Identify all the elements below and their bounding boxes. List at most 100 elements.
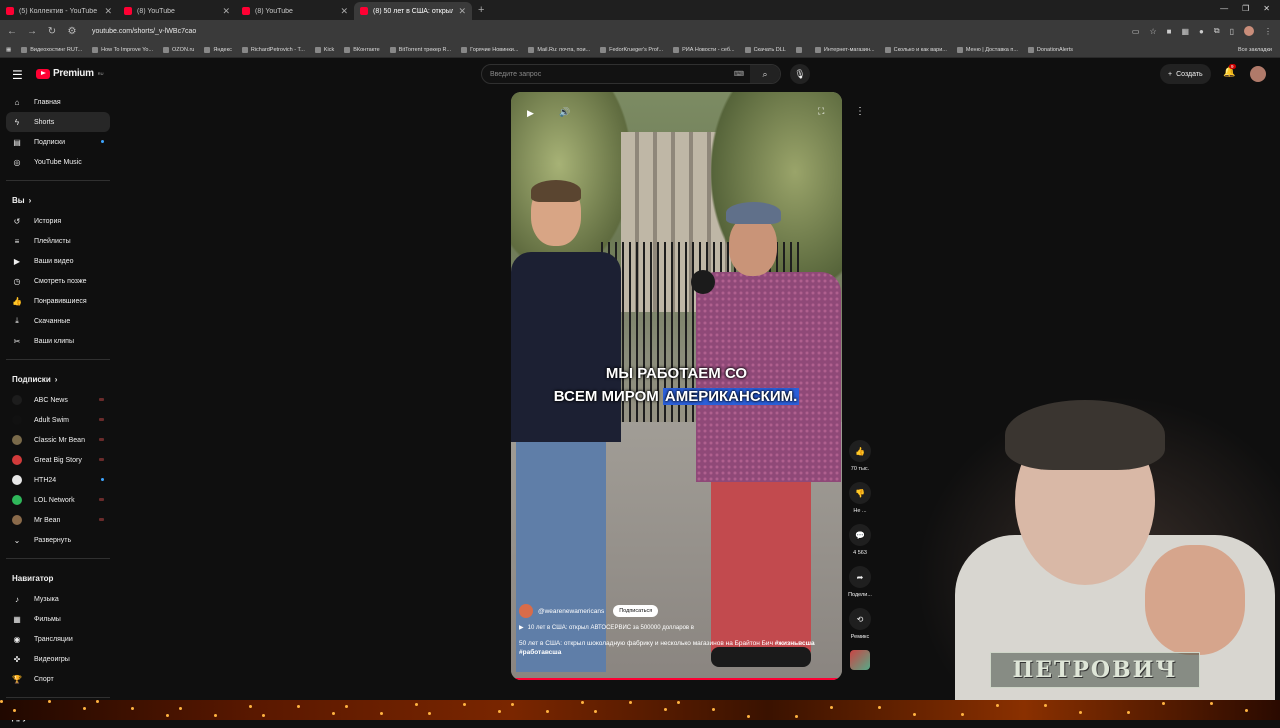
bookmark-label: Меню | Доставка п... — [965, 46, 1018, 53]
sidebar-item[interactable]: 🏆 Спорт — [6, 669, 110, 689]
subscription-item[interactable]: LOL Network — [6, 490, 110, 510]
microphone-icon[interactable]: 🎙 — [790, 64, 810, 84]
close-tab-icon[interactable]: ✕ — [104, 6, 112, 17]
sidebar-item[interactable]: ▦ Фильмы — [6, 609, 110, 629]
sidebar-item[interactable]: 👍 Понравившиеся — [6, 291, 110, 311]
search-icon[interactable]: ⌕ — [750, 65, 780, 83]
all-bookmarks[interactable]: Все закладки — [1238, 47, 1272, 53]
subscription-item[interactable]: Mr Bean — [6, 510, 110, 530]
related-video-link[interactable]: ▶ 10 лет в США: открыл АВТОСЕРВИС за 500… — [519, 624, 834, 632]
url-field[interactable]: youtube.com/shorts/_v-lWBc7cao — [92, 28, 196, 35]
sidebar-item[interactable]: ⤓ Скачанные — [6, 311, 110, 331]
menu-kebab-icon[interactable]: ⋮ — [1264, 27, 1272, 36]
sidebar-item[interactable]: ✜ Видеоигры — [6, 649, 110, 669]
close-tab-icon[interactable]: ✕ — [340, 6, 348, 17]
search-box[interactable]: Введите запрос ⌨ ⌕ — [481, 64, 781, 84]
bookmark-item[interactable]: Интернет-магазин... — [814, 46, 875, 53]
back-icon[interactable]: ← — [6, 26, 18, 37]
sidebar-item[interactable]: ▤ Подписки — [6, 132, 110, 152]
bookmark-item[interactable]: FedorKrueger's Prof... — [600, 46, 663, 53]
browser-tab[interactable]: (8) YouTube ✕ — [236, 2, 354, 20]
bookmark-item[interactable]: OZON.ru — [163, 46, 194, 53]
subscriptions-section-header[interactable]: Подписки › — [0, 368, 116, 390]
site-info-icon[interactable]: ⚙ — [66, 26, 78, 37]
sidebar-item[interactable]: ▶ Ваши видео — [6, 251, 110, 271]
bookmark-item[interactable]: Mail.Ru: почта, пои... — [528, 46, 590, 53]
bookmark-favicon-icon — [795, 46, 802, 53]
bookmark-item[interactable]: Видеохостинг RUT... — [21, 46, 82, 53]
youtube-logo[interactable]: Premium RU — [36, 68, 103, 79]
extension-icon[interactable]: ▦ — [1181, 27, 1189, 36]
sidebar-item[interactable]: ↺ История — [6, 211, 110, 231]
sidebar-item[interactable]: ⌂ Главная — [6, 92, 110, 112]
close-tab-icon[interactable]: ✕ — [458, 6, 466, 17]
bookmark-item[interactable]: РИА Новости - себ... — [673, 46, 735, 53]
channel-avatar[interactable] — [519, 604, 533, 618]
extensions-puzzle-icon[interactable]: ⧉ — [1214, 26, 1220, 36]
sidepanel-icon[interactable]: ▯ — [1230, 27, 1234, 36]
remix-icon[interactable]: ⟲ — [849, 608, 871, 630]
bookmark-item[interactable]: ВКонтакте — [344, 46, 380, 53]
sidebar-item[interactable]: ✂ Ваши клипы — [6, 331, 110, 351]
apps-icon[interactable]: ▦ — [6, 47, 11, 53]
bookmark-star-icon[interactable]: ☆ — [1149, 27, 1156, 36]
extension-icon[interactable]: ● — [1199, 27, 1204, 36]
profile-avatar[interactable] — [1244, 26, 1254, 36]
new-tab-button[interactable]: + — [478, 4, 484, 16]
bookmark-item[interactable]: How To Improve Yo... — [92, 46, 153, 53]
notifications-icon[interactable]: 🔔 9 — [1223, 64, 1236, 78]
expand-subscriptions-button[interactable]: ⌄ Развернуть — [6, 530, 110, 550]
forward-icon[interactable]: → — [26, 26, 38, 37]
bookmark-item[interactable] — [795, 46, 805, 53]
browser-tab[interactable]: (8) 50 лет в США: открыл ✕ — [354, 2, 472, 20]
keyboard-icon[interactable]: ⌨ — [734, 70, 744, 78]
channel-name[interactable]: @wearenewamericans — [538, 608, 604, 615]
more-options-icon[interactable]: ⋮ — [855, 106, 865, 117]
browser-tab[interactable]: (5) Коллектив - YouTube ✕ — [0, 2, 118, 20]
close-window-icon[interactable]: ✕ — [1263, 4, 1270, 13]
play-icon[interactable]: ▶ — [527, 108, 534, 119]
subscription-item[interactable]: Adult Swim — [6, 410, 110, 430]
subscription-item[interactable]: ABC News — [6, 390, 110, 410]
share-icon[interactable]: ➦ — [849, 566, 871, 588]
browser-tab[interactable]: (8) YouTube ✕ — [118, 2, 236, 20]
minimize-icon[interactable]: — — [1220, 4, 1228, 13]
bookmark-item[interactable]: Скачать DLL — [744, 46, 786, 53]
dislike-icon[interactable]: 👎 — [849, 482, 871, 504]
comments-icon[interactable]: 💬 — [849, 524, 871, 546]
sound-thumbnail[interactable] — [850, 650, 870, 670]
sidebar-item[interactable]: ◷ Смотреть позже — [6, 271, 110, 291]
volume-icon[interactable]: 🔊 — [559, 107, 570, 118]
fullscreen-icon[interactable]: ⛶ — [818, 106, 824, 117]
subscription-item[interactable]: HTH24 — [6, 470, 110, 490]
subscription-item[interactable]: Great Big Story — [6, 450, 110, 470]
search-input[interactable]: Введите запрос — [490, 71, 541, 78]
subscription-item[interactable]: Classic Mr Bean — [6, 430, 110, 450]
bookmark-item[interactable]: RichardPetrovich - T... — [241, 46, 305, 53]
user-avatar[interactable] — [1250, 66, 1266, 82]
bookmark-item[interactable]: Меню | Доставка п... — [956, 46, 1018, 53]
create-button[interactable]: + Создать — [1160, 64, 1211, 84]
hamburger-menu-icon[interactable]: ☰ — [12, 68, 23, 82]
sidebar-item[interactable]: ◎ YouTube Music — [6, 152, 110, 172]
bookmark-item[interactable]: BitTorrent трекер R... — [389, 46, 451, 53]
reload-icon[interactable]: ↻ — [46, 26, 58, 37]
bookmark-item[interactable]: Kick — [314, 46, 334, 53]
bookmark-item[interactable]: DonationAlerts — [1027, 46, 1073, 53]
short-video-player[interactable]: МЫ РАБОТАЕМ СО ВСЕМ МИРОМ АМЕРИКАНСКИМ. … — [511, 92, 842, 680]
sidebar-item[interactable]: ◉ Трансляции — [6, 629, 110, 649]
sidebar-item[interactable]: ♪ Музыка — [6, 589, 110, 609]
progress-bar[interactable] — [511, 678, 842, 680]
you-section-header[interactable]: Вы › — [0, 189, 116, 211]
extension-icon[interactable]: ■ — [1167, 27, 1172, 36]
sidebar-item[interactable]: ≡ Плейлисты — [6, 231, 110, 251]
install-icon[interactable]: ▭ — [1132, 27, 1140, 36]
subscribe-button[interactable]: Подписаться — [613, 605, 659, 617]
bookmark-item[interactable]: Сколько и как вари... — [884, 46, 947, 53]
sidebar-item[interactable]: ϟ Shorts — [6, 112, 110, 132]
restore-icon[interactable]: ❐ — [1242, 4, 1249, 13]
like-icon[interactable]: 👍 — [849, 440, 871, 462]
bookmark-item[interactable]: Яндекс — [204, 46, 232, 53]
close-tab-icon[interactable]: ✕ — [222, 6, 230, 17]
bookmark-item[interactable]: Горячие Новинки... — [461, 46, 518, 53]
